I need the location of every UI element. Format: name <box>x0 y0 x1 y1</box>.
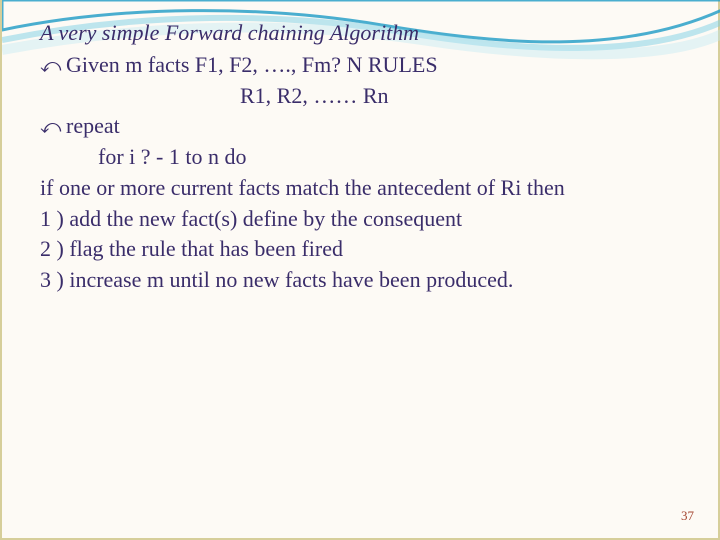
text-repeat: repeat <box>66 113 120 138</box>
bullet-icon: ⤺ <box>40 53 66 80</box>
bullet-icon: ⤺ <box>40 114 66 141</box>
page-number: 37 <box>681 508 694 524</box>
line-step3: 3 ) increase m until no new facts have b… <box>40 265 680 295</box>
line-given: ⤺Given m facts F1, F2, …., Fm? N RULES <box>40 50 680 80</box>
line-step1: 1 ) add the new fact(s) define by the co… <box>40 204 680 234</box>
slide-title: A very simple Forward chaining Algorithm <box>40 18 680 48</box>
line-rules: R1, R2, …… Rn <box>40 81 680 111</box>
text-given: Given m facts F1, F2, …., Fm? N RULES <box>66 52 438 77</box>
slide-content: A very simple Forward chaining Algorithm… <box>40 18 680 296</box>
line-step2: 2 ) flag the rule that has been fired <box>40 234 680 264</box>
line-for: for i ? - 1 to n do <box>40 142 680 172</box>
line-repeat: ⤺repeat <box>40 111 680 141</box>
slide: A very simple Forward chaining Algorithm… <box>0 0 720 540</box>
line-ifmatch: if one or more current facts match the a… <box>40 173 680 203</box>
